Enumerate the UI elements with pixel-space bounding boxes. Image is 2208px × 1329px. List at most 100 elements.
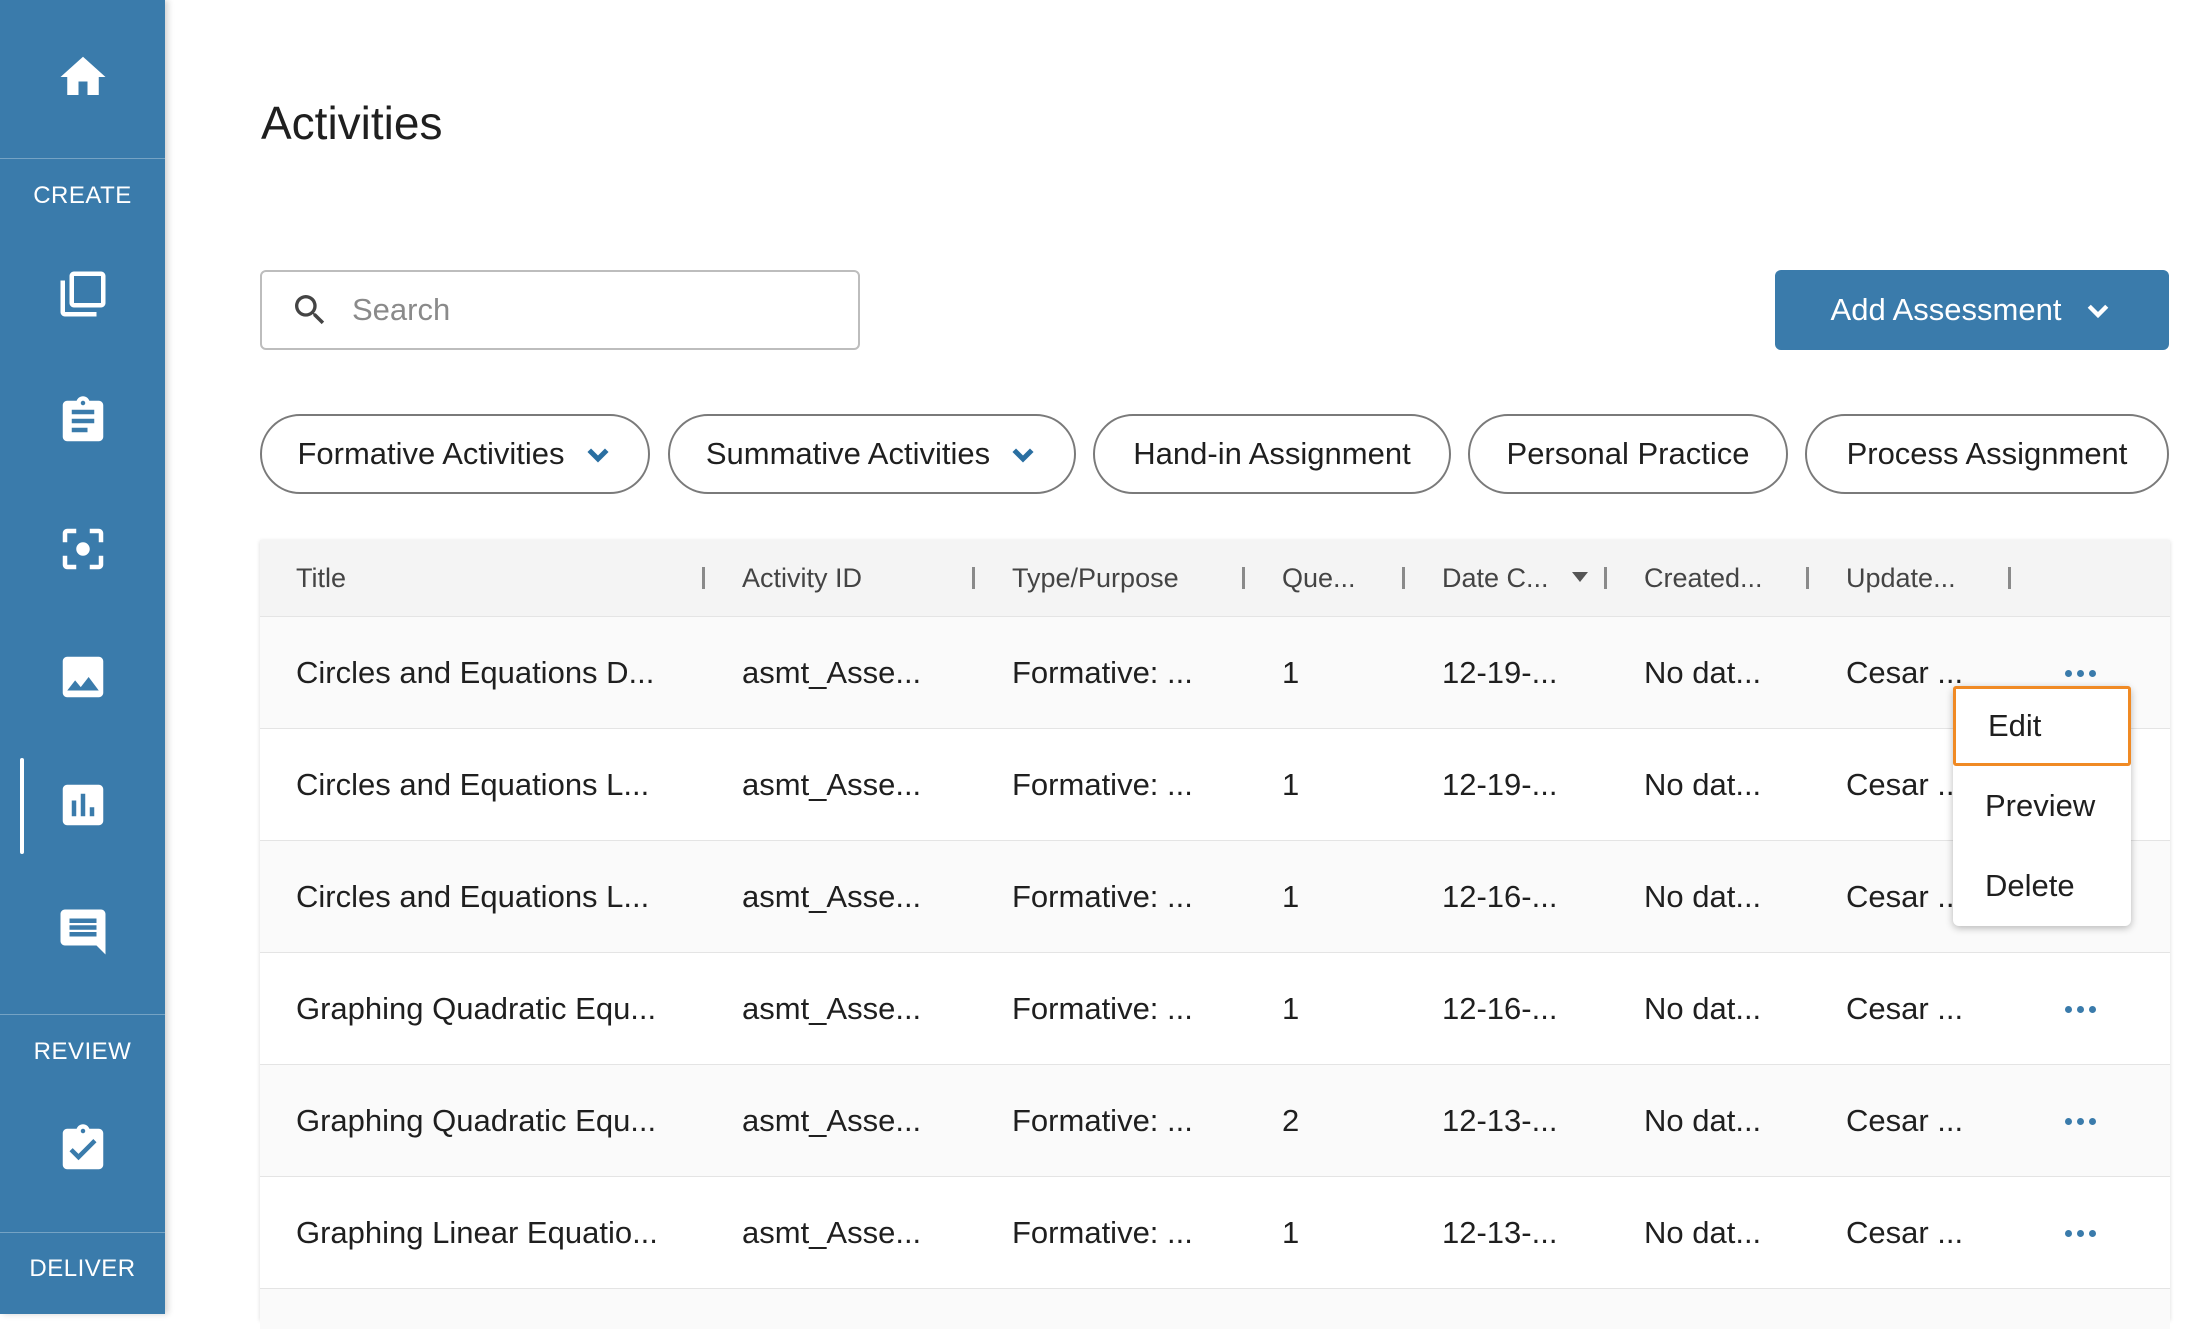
table-header: Title Activity ID Type/Purpose Que... Da… [260, 540, 2170, 617]
table-row[interactable]: Circles and Equations L... asmt_Asse... … [260, 841, 2170, 953]
search-box[interactable] [260, 270, 860, 350]
cell-updated-by: Cesar ... [1846, 879, 1964, 914]
table-row[interactable]: Graphing Linear Equatio... asmt_Asse... … [260, 1177, 2170, 1289]
sidebar-item-review[interactable] [0, 1089, 165, 1209]
cell-activity-id: asmt_Asse... [742, 767, 922, 802]
chevron-down-icon [1012, 448, 1034, 463]
cell-date-created: 12-16-... [1442, 991, 1558, 1026]
column-resize-handle[interactable] [702, 567, 705, 589]
menu-item-delete[interactable]: Delete [1953, 846, 2131, 926]
search-icon [295, 295, 325, 325]
filter-label: Hand-in Assignment [1133, 436, 1411, 471]
cell-activity-id: asmt_Asse... [742, 879, 922, 914]
column-resize-handle[interactable] [972, 567, 975, 589]
more-options-icon[interactable] [2055, 984, 2105, 1034]
bar-chart-icon [62, 784, 103, 826]
create-section-label: CREATE [33, 182, 132, 209]
column-resize-handle[interactable] [1402, 567, 1405, 589]
cell-date-created: 12-13-... [1442, 1103, 1558, 1138]
chevron-down-icon [2088, 304, 2109, 319]
review-section-label: REVIEW [33, 1038, 132, 1065]
sort-descending-icon[interactable] [1572, 572, 1588, 582]
cell-title: Circles and Equations D... [296, 655, 655, 690]
cell-updated-by: Cesar ... [1846, 1103, 1964, 1138]
column-header-questions[interactable]: Que... [1282, 540, 1356, 617]
filter-personal-practice[interactable]: Personal Practice [1468, 414, 1788, 494]
row-context-menu: Edit Preview Delete [1953, 686, 2131, 926]
cell-title: Graphing Quadratic Equ... [296, 1103, 657, 1138]
cell-date-created: 12-19-... [1442, 767, 1558, 802]
clipboard-check-icon [62, 1124, 103, 1170]
menu-item-preview[interactable]: Preview [1953, 766, 2131, 846]
column-header-title[interactable]: Title [296, 540, 346, 617]
filter-label: Personal Practice [1506, 436, 1750, 471]
cell-type-purpose: Formative: ... [1012, 1103, 1193, 1138]
cell-created-by: No dat... [1644, 1215, 1762, 1250]
table-row[interactable] [260, 1289, 2170, 1329]
cell-type-purpose: Formative: ... [1012, 767, 1193, 802]
sidebar-item-assessments[interactable] [0, 361, 165, 481]
deliver-section-label: DELIVER [29, 1255, 136, 1282]
cell-updated-by: Cesar ... [1846, 655, 1964, 690]
cell-activity-id: asmt_Asse... [742, 655, 922, 690]
filter-summative-activities[interactable]: Summative Activities [668, 414, 1076, 494]
more-options-icon[interactable] [2055, 1096, 2105, 1146]
cell-date-created: 12-16-... [1442, 879, 1558, 914]
cell-updated-by: Cesar ... [1846, 991, 1964, 1026]
filter-formative-activities[interactable]: Formative Activities [260, 414, 650, 494]
filter-label: Process Assignment [1846, 436, 2128, 471]
cell-type-purpose: Formative: ... [1012, 991, 1193, 1026]
cell-type-purpose: Formative: ... [1012, 1215, 1193, 1250]
search-input[interactable] [350, 291, 830, 329]
filter-label: Summative Activities [705, 436, 991, 471]
cell-title: Circles and Equations L... [296, 767, 650, 802]
table-row[interactable]: Circles and Equations L... asmt_Asse... … [260, 729, 2170, 841]
home-button[interactable] [0, 17, 165, 137]
cell-activity-id: asmt_Asse... [742, 1215, 922, 1250]
column-resize-handle[interactable] [2008, 567, 2011, 589]
sidebar-item-messages[interactable] [0, 872, 165, 992]
cell-type-purpose: Formative: ... [1012, 879, 1193, 914]
cell-questions: 1 [1282, 655, 1300, 690]
cell-questions: 2 [1282, 1103, 1300, 1138]
add-assessment-button[interactable]: Add Assessment [1775, 270, 2169, 350]
table-row[interactable]: Graphing Quadratic Equ... asmt_Asse... F… [260, 1065, 2170, 1177]
cell-created-by: No dat... [1644, 767, 1762, 802]
cell-questions: 1 [1282, 991, 1300, 1026]
column-resize-handle[interactable] [1604, 567, 1607, 589]
focus-scan-icon [62, 528, 103, 570]
cell-date-created: 12-19-... [1442, 655, 1558, 690]
sidebar-item-media[interactable] [0, 617, 165, 737]
message-icon [60, 909, 105, 955]
cell-questions: 1 [1282, 1215, 1300, 1250]
cell-title: Graphing Linear Equatio... [296, 1215, 658, 1250]
sidebar-divider [0, 158, 165, 159]
cell-questions: 1 [1282, 767, 1300, 802]
library-icon [60, 271, 105, 317]
cell-title: Circles and Equations L... [296, 879, 650, 914]
page-title: Activities [261, 97, 443, 149]
column-header-updated-by[interactable]: Update... [1846, 540, 1956, 617]
table-row[interactable]: Graphing Quadratic Equ... asmt_Asse... F… [260, 953, 2170, 1065]
sidebar-item-reports[interactable] [0, 745, 165, 865]
sidebar-item-library[interactable] [0, 234, 165, 354]
column-resize-handle[interactable] [1806, 567, 1809, 589]
image-icon [62, 656, 103, 698]
table-row[interactable]: Circles and Equations D... asmt_Asse... … [260, 617, 2170, 729]
activities-table: Title Activity ID Type/Purpose Que... Da… [260, 540, 2170, 1329]
menu-item-edit[interactable]: Edit [1953, 686, 2131, 766]
cell-activity-id: asmt_Asse... [742, 991, 922, 1026]
filter-process-assignment[interactable]: Process Assignment [1805, 414, 2169, 494]
cell-type-purpose: Formative: ... [1012, 655, 1193, 690]
sidebar-item-scan[interactable] [0, 489, 165, 609]
column-header-date-created[interactable]: Date C... [1442, 540, 1549, 617]
cell-created-by: No dat... [1644, 879, 1762, 914]
sidebar-divider [0, 1014, 165, 1015]
column-header-created-by[interactable]: Created... [1644, 540, 1763, 617]
column-header-type-purpose[interactable]: Type/Purpose [1012, 540, 1179, 617]
column-resize-handle[interactable] [1242, 567, 1245, 589]
more-options-icon[interactable] [2055, 1208, 2105, 1258]
cell-title: Graphing Quadratic Equ... [296, 991, 657, 1026]
filter-hand-in-assignment[interactable]: Hand-in Assignment [1093, 414, 1451, 494]
column-header-activity-id[interactable]: Activity ID [742, 540, 862, 617]
